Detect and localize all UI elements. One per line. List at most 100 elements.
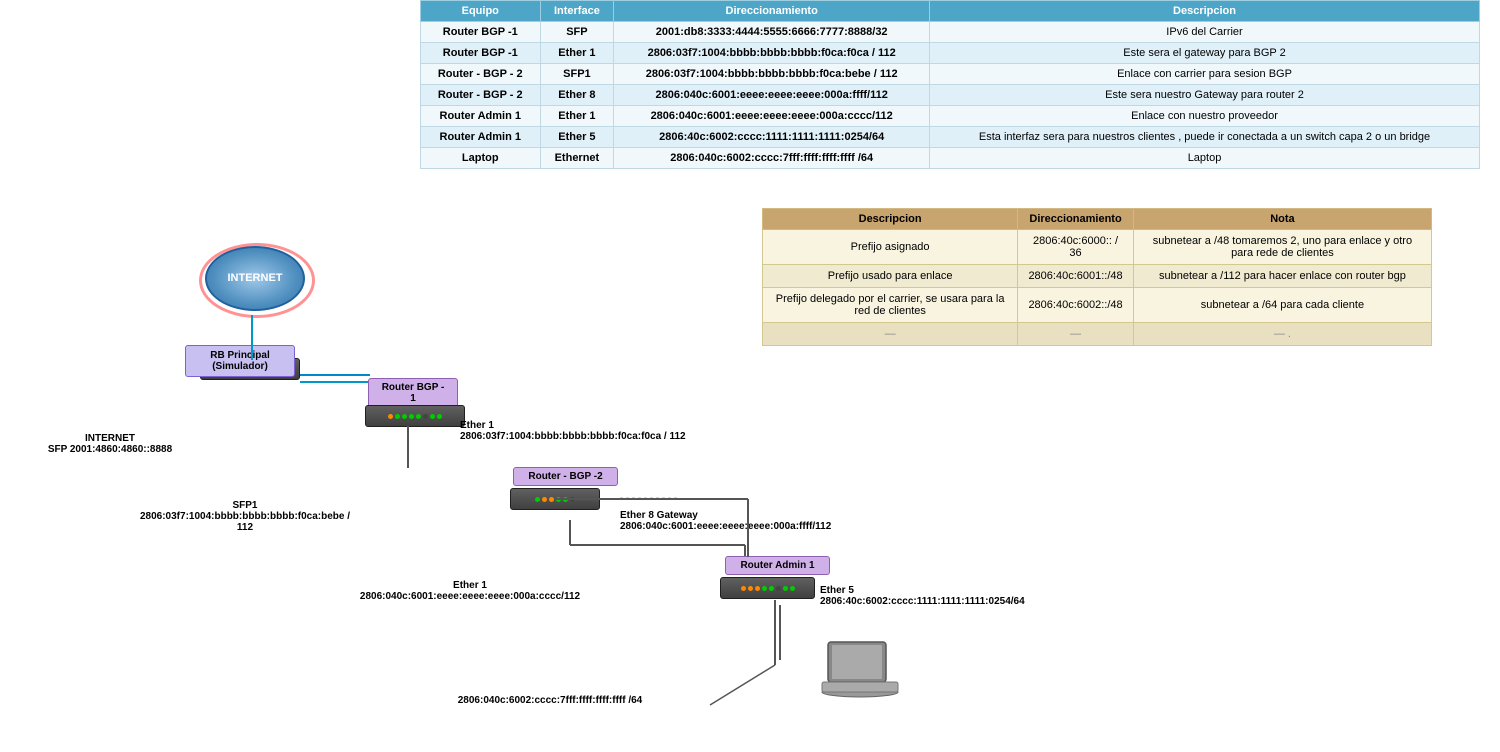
router-admin1-device	[720, 577, 815, 599]
cell-descripcion: Prefijo asignado	[763, 230, 1018, 265]
table-row: Router Admin 1Ether 12806:040c:6001:eeee…	[421, 106, 1480, 127]
ether1-admin-addr: 2806:040c:6001:eeee:eeee:eeee:000a:cccc/…	[360, 591, 580, 602]
ether1-admin-label: Ether 1 2806:040c:6001:eeee:eeee:eeee:00…	[330, 580, 610, 602]
a1p8	[790, 586, 795, 591]
network-diagram: INTERNET INTERNET SFP 2001:4860:4860::88…	[0, 130, 760, 620]
ether1-bgp1-label: Ether 1 2806:03f7:1004:bbbb:bbbb:bbbb:f0…	[460, 420, 730, 442]
ether5-addr: 2806:40c:6002:cccc:1111:1111:1111:0254/6…	[820, 596, 1025, 607]
cell-interface: SFP	[540, 22, 614, 43]
cell-descripcion: Prefijo delegado por el carrier, se usar…	[763, 288, 1018, 323]
secondary-table: Descripcion Direccionamiento Nota Prefij…	[762, 208, 1432, 346]
col-direccionamiento: Direccionamiento	[614, 1, 930, 22]
cell-direccionamiento: 2001:db8:3333:4444:5555:6666:7777:8888/3…	[614, 22, 930, 43]
cell-direccionamiento: 2806:40c:6001::/48	[1018, 265, 1134, 288]
bgp2-body	[510, 488, 600, 510]
col-interface: Interface	[540, 1, 614, 22]
diagram-lines	[0, 130, 760, 620]
a1p7	[783, 586, 788, 591]
cell-descripcion: Esta interfaz sera para nuestros cliente…	[930, 127, 1480, 148]
bp1-p6	[423, 414, 428, 419]
rb-principal-box: RB Principal(Simulador)	[185, 345, 295, 377]
cell-direccionamiento: —	[1018, 323, 1134, 346]
router-bgp1-device	[365, 405, 465, 427]
b2p1	[535, 497, 540, 502]
laptop-addr-label: 2806:040c:6002:cccc:7fff:ffff:ffff:ffff …	[380, 695, 720, 706]
a1p1	[741, 586, 746, 591]
cell-descripcion: Este sera nuestro Gateway para router 2	[930, 85, 1480, 106]
bp1-p1	[388, 414, 393, 419]
cell-nota: subnetear a /48 tomaremos 2, uno para en…	[1133, 230, 1431, 265]
admin1-body	[720, 577, 815, 599]
cell-equipo: Router BGP -1	[421, 22, 541, 43]
internet-cloud: INTERNET	[195, 238, 315, 318]
cell-descripcion: Prefijo usado para enlace	[763, 265, 1018, 288]
cell-direccionamiento: 2806:40c:6000:: / 36	[1018, 230, 1134, 265]
table-row: Prefijo asignado2806:40c:6000:: / 36subn…	[763, 230, 1432, 265]
cell-equipo: Router BGP -1	[421, 43, 541, 64]
internet-sfp-label: INTERNET SFP 2001:4860:4860::8888	[10, 433, 210, 455]
cell-descripcion: IPv6 del Carrier	[930, 22, 1480, 43]
ether1-bgp1-addr: 2806:03f7:1004:bbbb:bbbb:bbbb:f0ca:f0ca …	[460, 431, 686, 442]
cell-equipo: Router - BGP - 2	[421, 85, 541, 106]
b2p2	[542, 497, 547, 502]
b2p6	[570, 497, 575, 502]
router-bgp1-label: Router BGP -1	[382, 382, 445, 404]
cell-interface: SFP1	[540, 64, 614, 85]
bp1-p8	[437, 414, 442, 419]
table-row: Prefijo usado para enlace2806:40c:6001::…	[763, 265, 1432, 288]
table-row: Router - BGP - 2Ether 82806:040c:6001:ee…	[421, 85, 1480, 106]
bp1-p7	[430, 414, 435, 419]
ether5-label: Ether 5 2806:40c:6002:cccc:1111:1111:111…	[820, 585, 1040, 607]
cell-equipo: Router Admin 1	[421, 106, 541, 127]
table-row: Router - BGP - 2SFP12806:03f7:1004:bbbb:…	[421, 64, 1480, 85]
table-row: Router BGP -1Ether 12806:03f7:1004:bbbb:…	[421, 43, 1480, 64]
cell-direccionamiento: 2806:03f7:1004:bbbb:bbbb:bbbb:f0ca:f0ca …	[614, 43, 930, 64]
a1p3	[755, 586, 760, 591]
cell-nota: subnetear a /64 para cada cliente	[1133, 288, 1431, 323]
cell-interface: Ether 1	[540, 106, 614, 127]
cell-direccionamiento: 2806:03f7:1004:bbbb:bbbb:bbbb:f0ca:bebe …	[614, 64, 930, 85]
rb-principal-label: RB Principal(Simulador)	[210, 350, 269, 372]
table-row: Prefijo delegado por el carrier, se usar…	[763, 288, 1432, 323]
cell-equipo: Router - BGP - 2	[421, 64, 541, 85]
bp1-p3	[402, 414, 407, 419]
cell-descripcion: —	[763, 323, 1018, 346]
bp1-p5	[416, 414, 421, 419]
cell-direccionamiento: 2806:040c:6001:eeee:eeee:eeee:000a:ffff/…	[614, 85, 930, 106]
cell-direccionamiento: 2806:040c:6001:eeee:eeee:eeee:000a:cccc/…	[614, 106, 930, 127]
router-admin1-box: Router Admin 1	[725, 556, 830, 575]
bgp1-body	[365, 405, 465, 427]
sfp1-label: SFP1 2806:03f7:1004:bbbb:bbbb:bbbb:f0ca:…	[135, 500, 355, 533]
cloud-shape: INTERNET	[205, 246, 305, 311]
bottom-table-wrapper: Descripcion Direccionamiento Nota Prefij…	[762, 208, 1432, 346]
cell-nota: — .	[1133, 323, 1431, 346]
b2p3	[549, 497, 554, 502]
b2p5	[563, 497, 568, 502]
a1p2	[748, 586, 753, 591]
laptop-addr: 2806:040c:6002:cccc:7fff:ffff:ffff:ffff …	[458, 695, 643, 706]
col-descripcion-2: Descripcion	[763, 209, 1018, 230]
col-equipo: Equipo	[421, 1, 541, 22]
col-descripcion: Descripcion	[930, 1, 1480, 22]
router-bgp2-device	[510, 488, 600, 510]
router-bgp1-box: Router BGP -1	[368, 378, 458, 408]
admin1-ports	[741, 586, 795, 591]
router-bgp2-label: Router - BGP -2	[528, 471, 602, 482]
laptop-svg	[820, 640, 900, 705]
cell-descripcion: Enlace con nuestro proveedor	[930, 106, 1480, 127]
table-row: Router BGP -1SFP2001:db8:3333:4444:5555:…	[421, 22, 1480, 43]
sfp1-addr: 2806:03f7:1004:bbbb:bbbb:bbbb:f0ca:bebe …	[140, 511, 350, 533]
bgp1-ports	[388, 414, 442, 419]
internet-label: INTERNET	[228, 272, 283, 284]
a1p5	[769, 586, 774, 591]
cell-descripcion: Este sera el gateway para BGP 2	[930, 43, 1480, 64]
table-row: ——— .	[763, 323, 1432, 346]
cell-interface: Ether 8	[540, 85, 614, 106]
router-bgp2-box: Router - BGP -2	[513, 467, 618, 486]
bp1-p4	[409, 414, 414, 419]
cell-direccionamiento: 2806:40c:6002::/48	[1018, 288, 1134, 323]
cell-descripcion: Laptop	[930, 148, 1480, 169]
ether8-label: Ether 8 Gateway 2806:040c:6001:eeee:eeee…	[620, 510, 860, 532]
bp1-p2	[395, 414, 400, 419]
col-nota: Nota	[1133, 209, 1431, 230]
